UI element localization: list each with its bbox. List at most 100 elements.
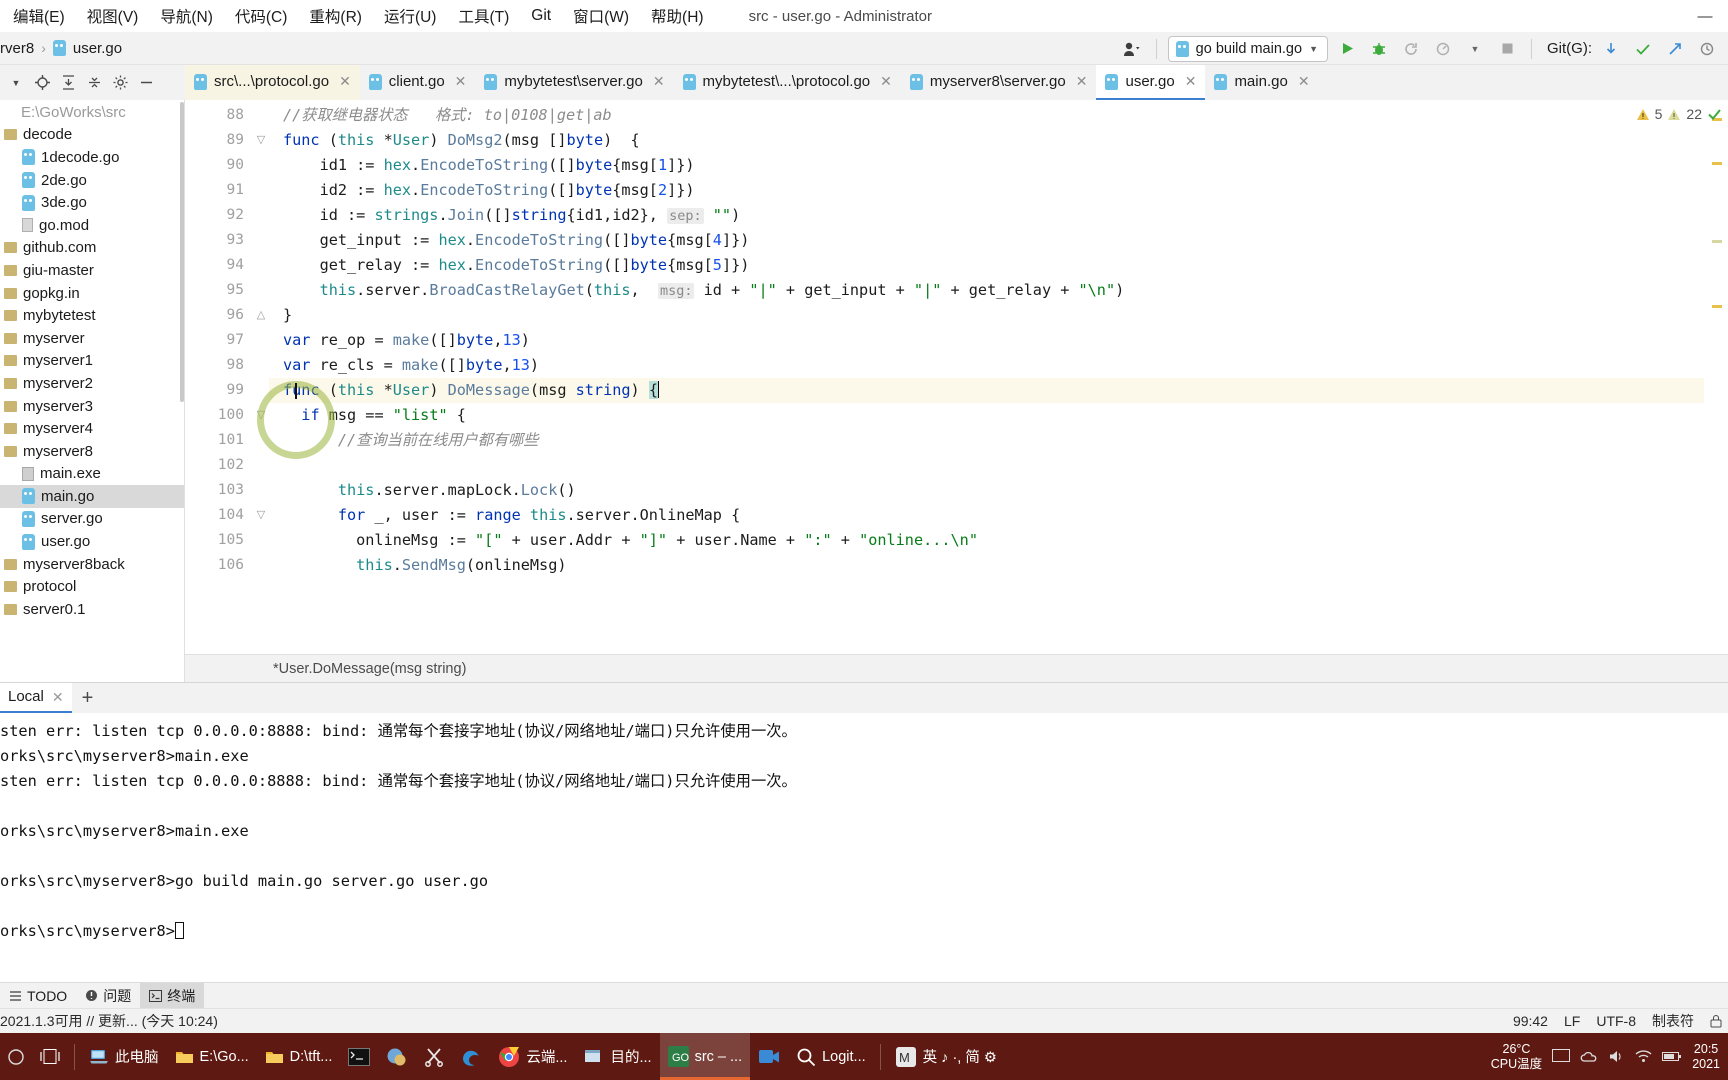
code-line[interactable]: onlineMsg := "[" + user.Addr + "]" + use… [269, 528, 1704, 553]
tree-item[interactable]: main.exe [0, 463, 184, 486]
menu-refactor[interactable]: 重构(R) [298, 1, 373, 31]
git-commit-button[interactable] [1630, 36, 1656, 62]
close-icon[interactable]: ✕ [339, 73, 351, 90]
toolwindow-terminal[interactable]: 终端 [140, 982, 205, 1009]
caret-position[interactable]: 99:42 [1513, 1013, 1548, 1029]
tree-item[interactable]: main.go [0, 485, 184, 508]
menu-tools[interactable]: 工具(T) [447, 1, 520, 31]
code-line[interactable]: for _, user := range this.server.OnlineM… [269, 503, 1704, 528]
menu-view[interactable]: 视图(V) [76, 1, 150, 31]
close-icon[interactable]: ✕ [455, 73, 467, 90]
editor-breadcrumb[interactable]: *User.DoMessage(msg string) [185, 654, 1728, 682]
code-line[interactable]: var re_op = make([]byte,13) [269, 328, 1704, 353]
menu-code[interactable]: 代码(C) [224, 1, 299, 31]
taskbar-blue-app[interactable] [378, 1033, 416, 1080]
warning-marker[interactable] [1712, 305, 1722, 308]
breadcrumb-project[interactable]: rver8 [0, 40, 34, 57]
taskbar-logi[interactable]: Logit... [788, 1033, 874, 1080]
fold-marker-icon[interactable]: ▽ [253, 128, 269, 153]
tree-item[interactable]: 3de.go [0, 191, 184, 214]
code-lines[interactable]: //获取继电器状态 格式: to|0108|get|ab func (this *… [269, 100, 1704, 654]
tree-item[interactable]: myserver1 [0, 350, 184, 373]
rerun-button[interactable] [1398, 36, 1424, 62]
tree-item[interactable]: user.go [0, 530, 184, 553]
fold-marker-icon[interactable]: ▽ [253, 403, 269, 428]
tab-user[interactable]: user.go ✕ [1096, 65, 1206, 100]
tree-item[interactable]: E:\GoWorks\src [0, 101, 184, 124]
toolwindow-problems[interactable]: 问题 [76, 983, 140, 1009]
tree-item[interactable]: myserver4 [0, 417, 184, 440]
code-line[interactable]: get_relay := hex.EncodeToString([]byte{m… [269, 253, 1704, 278]
taskbar-folder-e[interactable]: E:\Go... [167, 1033, 257, 1080]
git-push-button[interactable] [1662, 36, 1688, 62]
status-message[interactable]: 2021.1.3可用 // 更新... (今天 10:24) [0, 1011, 218, 1031]
collapse-all-icon[interactable] [82, 71, 106, 95]
lock-icon[interactable] [1710, 1014, 1722, 1028]
taskbar-window[interactable]: 目的... [575, 1033, 659, 1080]
code-line[interactable]: get_input := hex.EncodeToString([]byte{m… [269, 228, 1704, 253]
tree-item[interactable]: gopkg.in [0, 282, 184, 305]
add-terminal-button[interactable]: + [72, 687, 104, 710]
tree-item[interactable]: go.mod [0, 214, 184, 237]
tray-icon-battery[interactable] [1662, 1050, 1682, 1063]
tree-item[interactable]: server.go [0, 508, 184, 531]
code-line[interactable]: id2 := hex.EncodeToString([]byte{msg[2]}… [269, 178, 1704, 203]
menu-help[interactable]: 帮助(H) [640, 1, 715, 31]
line-separator[interactable]: LF [1564, 1013, 1580, 1029]
tree-item[interactable]: myserver8back [0, 553, 184, 576]
close-icon[interactable]: ✕ [1185, 73, 1197, 90]
expand-all-icon[interactable] [56, 71, 80, 95]
locate-icon[interactable] [30, 71, 54, 95]
code-line[interactable] [269, 453, 1704, 478]
git-update-button[interactable] [1598, 36, 1624, 62]
tab-src-protocol[interactable]: src\...\protocol.go ✕ [185, 65, 360, 100]
run-button[interactable] [1334, 36, 1360, 62]
tree-item[interactable]: mybytetest [0, 304, 184, 327]
menu-navigate[interactable]: 导航(N) [149, 1, 224, 31]
taskbar-snip[interactable] [416, 1033, 452, 1080]
tree-item[interactable]: myserver3 [0, 395, 184, 418]
sidebar-scrollbar[interactable] [180, 102, 184, 402]
close-icon[interactable]: ✕ [1298, 73, 1310, 90]
chevron-down-icon[interactable]: ▼ [4, 71, 28, 95]
menu-window[interactable]: 窗口(W) [562, 1, 640, 31]
code-line[interactable]: this.server.mapLock.Lock() [269, 478, 1704, 503]
code-line[interactable]: id := strings.Join([]string{id1,id2}, se… [269, 203, 1704, 228]
taskbar-edge[interactable] [452, 1033, 490, 1080]
code-line[interactable]: } [269, 303, 1704, 328]
tree-item[interactable]: protocol [0, 575, 184, 598]
code-line[interactable]: this.server.BroadCastRelayGet(this, msg:… [269, 278, 1704, 303]
terminal-output[interactable]: sten err: listen tcp 0.0.0.0:8888: bind:… [0, 713, 1728, 982]
settings-gear-icon[interactable] [108, 71, 132, 95]
tray-icon-volume[interactable] [1608, 1049, 1625, 1064]
inspection-gutter[interactable] [1704, 100, 1728, 654]
tab-mybytetest-server[interactable]: mybytetest\server.go ✕ [475, 65, 673, 100]
code-line[interactable]: //获取继电器状态 格式: to|0108|get|ab [269, 103, 1704, 128]
taskbar-console[interactable] [340, 1033, 378, 1080]
tab-myserver8-server[interactable]: myserver8\server.go ✕ [901, 65, 1097, 100]
menu-run[interactable]: 运行(U) [373, 1, 448, 31]
fold-marker-icon[interactable]: △ [253, 303, 269, 328]
code-line[interactable]: var re_cls = make([]byte,13) [269, 353, 1704, 378]
stop-button[interactable] [1494, 36, 1520, 62]
fold-marker-icon[interactable]: ▽ [253, 503, 269, 528]
taskbar-goland[interactable]: GO src – ... [659, 1033, 751, 1080]
close-icon[interactable]: ✕ [1076, 73, 1088, 90]
close-icon[interactable]: ✕ [653, 73, 665, 90]
tree-item[interactable]: myserver2 [0, 372, 184, 395]
minimize-button[interactable]: — [1682, 0, 1728, 32]
tree-item[interactable]: 2de.go [0, 169, 184, 192]
tray-icon-cloud[interactable] [1580, 1050, 1598, 1064]
taskbar-folder-d[interactable]: D:\tft... [257, 1033, 341, 1080]
code-line[interactable]: //查询当前在线用户都有哪些 [269, 428, 1704, 453]
inspection-status[interactable]: 5 22 [1636, 106, 1722, 122]
user-account-icon[interactable] [1119, 36, 1145, 62]
taskbar-video[interactable] [750, 1033, 788, 1080]
taskbar-taskview[interactable] [32, 1033, 68, 1080]
git-history-button[interactable] [1694, 36, 1720, 62]
more-caret-icon[interactable]: ▼ [1462, 36, 1488, 62]
tree-item[interactable]: myserver8 [0, 440, 184, 463]
warning-marker[interactable] [1712, 162, 1722, 165]
taskbar-chrome[interactable]: 云端... [490, 1033, 575, 1080]
breadcrumb-file[interactable]: user.go [73, 40, 122, 57]
